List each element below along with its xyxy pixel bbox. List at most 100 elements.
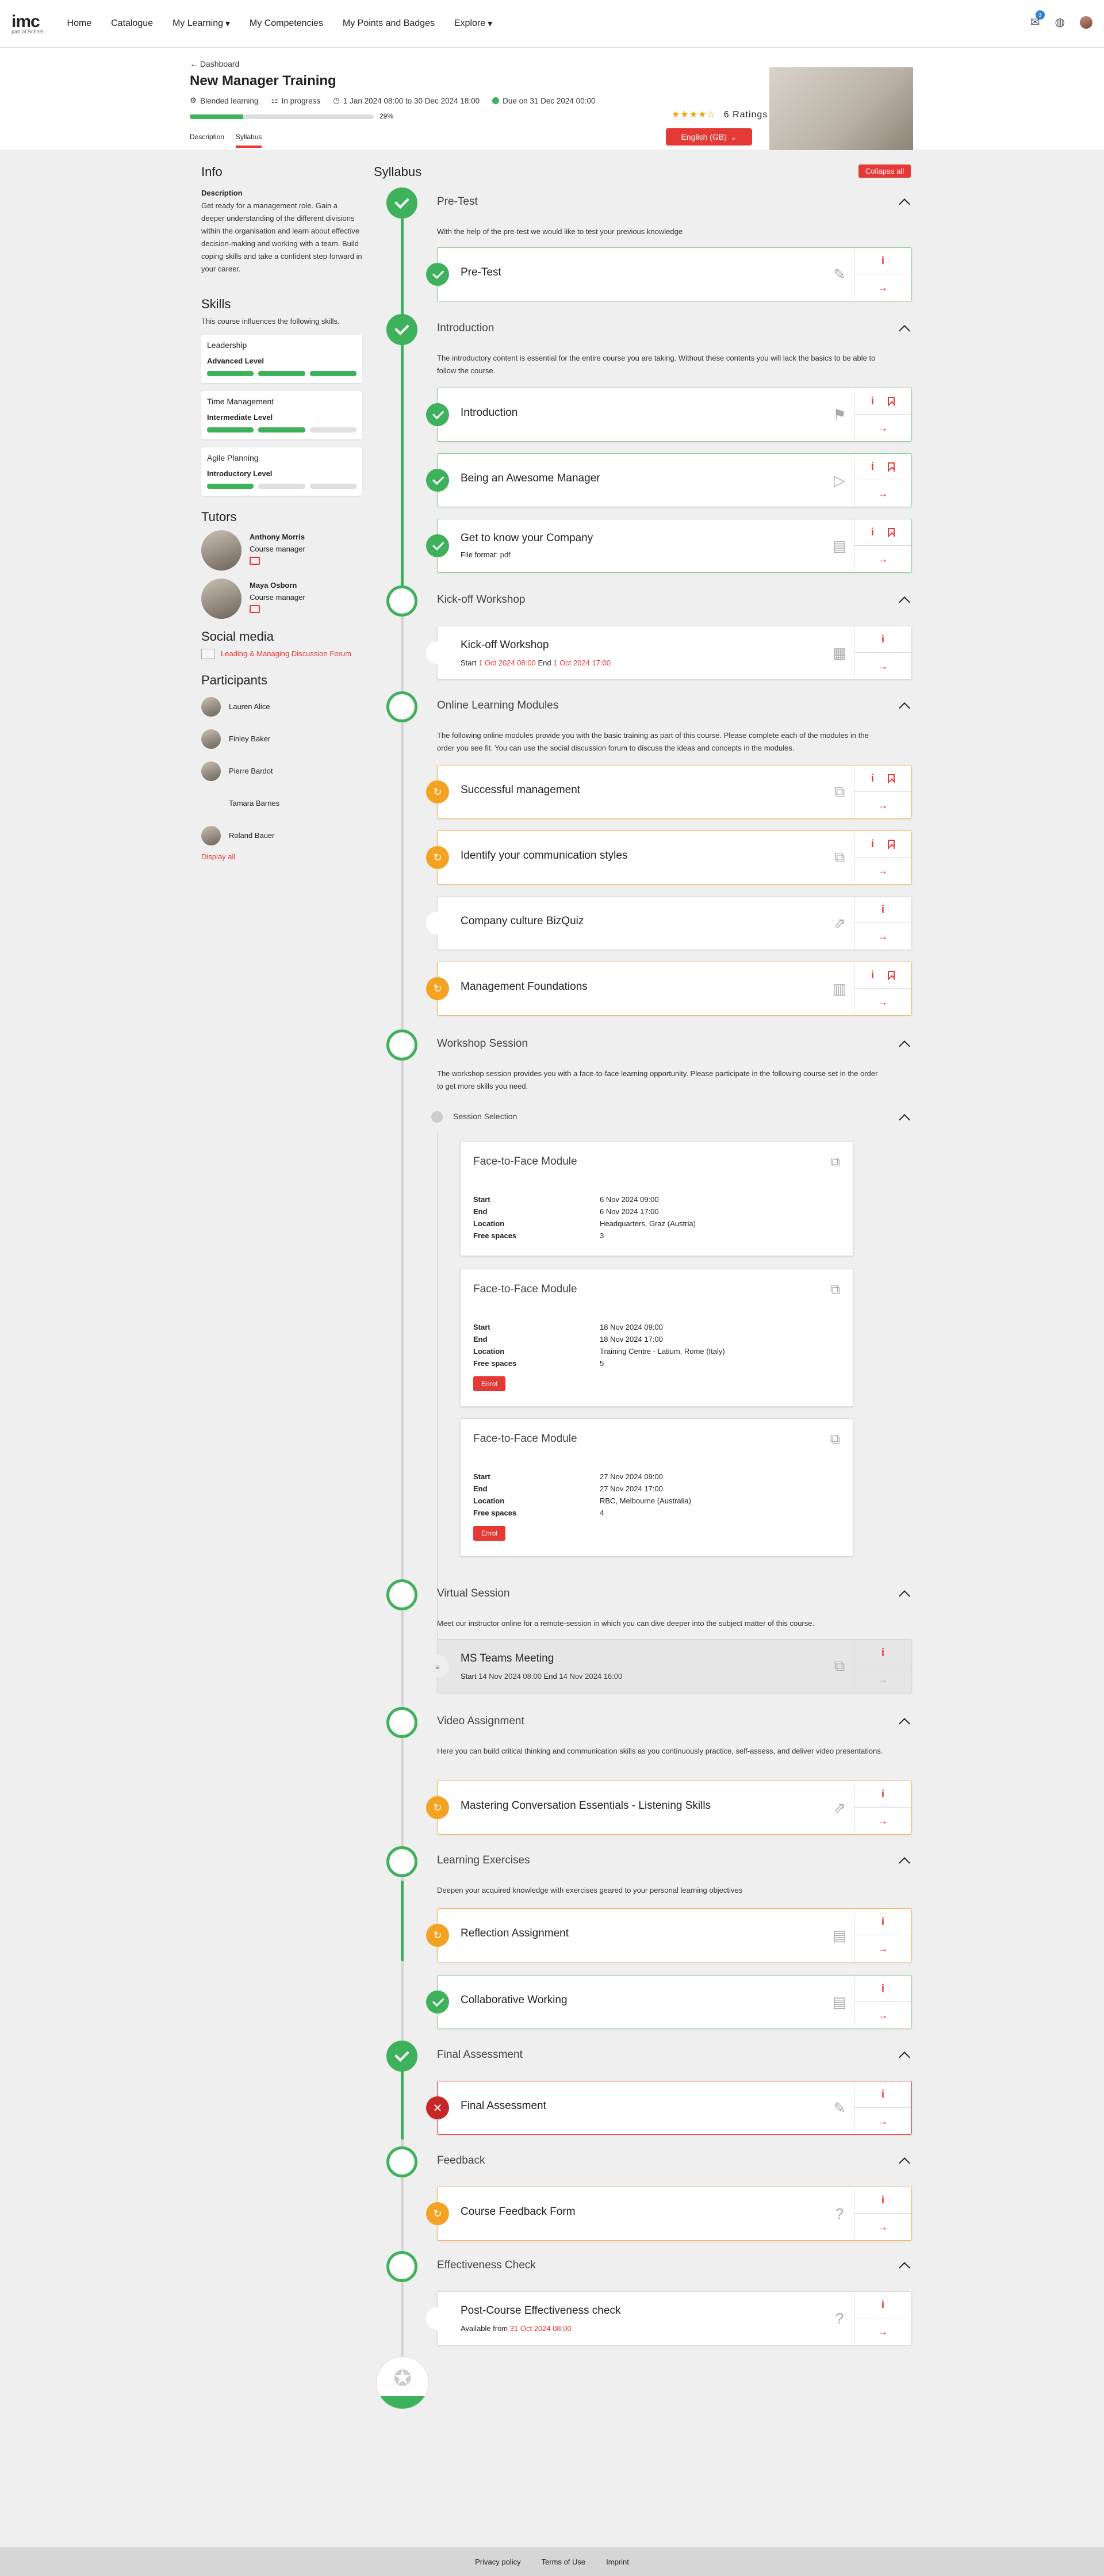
- chevron-up-icon[interactable]: [899, 325, 910, 336]
- learning-item-card[interactable]: ↻ Successful management ⧉ i →: [426, 765, 912, 819]
- language-select-button[interactable]: English (GB) ⌄: [666, 128, 752, 146]
- participant-item[interactable]: Lauren Alice: [201, 696, 362, 717]
- learning-item-card[interactable]: Kick-off Workshop Start 1 Oct 2024 08:00…: [426, 626, 912, 680]
- privacy-policy-link[interactable]: Privacy policy: [475, 2558, 520, 2566]
- participant-item[interactable]: Tamara Barnes: [201, 793, 362, 813]
- nav-home[interactable]: Home: [67, 18, 92, 29]
- section-title[interactable]: Virtual Session: [437, 1587, 509, 1600]
- collapse-all-button[interactable]: Collapse all: [858, 164, 911, 178]
- info-icon[interactable]: i: [881, 1982, 884, 1995]
- arrow-right-icon[interactable]: →: [878, 1943, 888, 1955]
- section-title[interactable]: Video Assignment: [437, 1715, 524, 1728]
- imc-logo[interactable]: imc part of Scheer: [12, 13, 44, 35]
- info-icon[interactable]: i: [881, 1916, 884, 1928]
- arrow-right-icon[interactable]: →: [878, 1674, 888, 1686]
- chevron-up-icon[interactable]: [899, 198, 910, 210]
- chevron-up-icon[interactable]: [899, 1718, 910, 1729]
- section-title[interactable]: Feedback: [437, 2154, 485, 2167]
- globe-icon[interactable]: ◍: [1055, 15, 1065, 29]
- enrol-button[interactable]: Enrol: [473, 1526, 506, 1541]
- session-card[interactable]: Face-to-Face Module ⧉ Start 6 Nov 2024 09…: [460, 1141, 853, 1256]
- section-title[interactable]: Learning Exercises: [437, 1854, 530, 1867]
- bookmark-icon[interactable]: [888, 396, 895, 406]
- arrow-right-icon[interactable]: →: [878, 660, 888, 672]
- chevron-up-icon[interactable]: [899, 1590, 910, 1602]
- info-icon[interactable]: i: [871, 838, 874, 850]
- section-title[interactable]: Pre-Test: [437, 196, 478, 208]
- arrow-right-icon[interactable]: →: [878, 865, 888, 877]
- learning-item-card[interactable]: ✕ Final Assessment ✎ i →: [426, 2081, 912, 2135]
- arrow-right-icon[interactable]: →: [878, 996, 888, 1008]
- nav-catalogue[interactable]: Catalogue: [111, 18, 153, 29]
- terms-of-use-link[interactable]: Terms of Use: [542, 2558, 586, 2566]
- participant-item[interactable]: Roland Bauer: [201, 825, 362, 845]
- learning-item-card[interactable]: ↻ Reflection Assignment ▤ i →: [426, 1908, 912, 1962]
- tab-description[interactable]: Description: [190, 133, 224, 148]
- arrow-right-icon[interactable]: →: [878, 553, 888, 565]
- nav-explore[interactable]: Explore ▾: [454, 18, 492, 29]
- section-title[interactable]: Final Assessment: [437, 2049, 523, 2061]
- display-all-link[interactable]: Display all: [201, 852, 362, 861]
- learning-item-card[interactable]: Post-Course Effectiveness check Availabl…: [426, 2291, 912, 2345]
- enrol-button[interactable]: Enrol: [473, 1376, 506, 1391]
- section-title[interactable]: Online Learning Modules: [437, 699, 558, 712]
- session-card[interactable]: Face-to-Face Module ⧉ Start 27 Nov 2024 0…: [460, 1418, 853, 1556]
- learning-item-card[interactable]: 🔒︎ MS Teams Meeting Start 14 Nov 2024 08…: [426, 1639, 912, 1693]
- bookmark-icon[interactable]: [888, 970, 895, 980]
- tab-syllabus[interactable]: Syllabus: [236, 133, 262, 148]
- learning-item-card[interactable]: ↻ Identify your communication styles ⧉ i…: [426, 830, 912, 885]
- info-icon[interactable]: i: [881, 633, 884, 645]
- participant-item[interactable]: Finley Baker: [201, 729, 362, 749]
- info-icon[interactable]: i: [871, 772, 874, 784]
- breadcrumb[interactable]: ← Dashboard: [190, 59, 239, 68]
- info-icon[interactable]: i: [881, 1647, 884, 1659]
- arrow-right-icon[interactable]: →: [878, 2115, 888, 2127]
- arrow-right-icon[interactable]: →: [878, 282, 888, 294]
- chevron-up-icon[interactable]: [899, 2157, 910, 2169]
- info-icon[interactable]: i: [871, 395, 874, 407]
- mail-icon[interactable]: [250, 556, 260, 565]
- learning-item-card[interactable]: Company culture BizQuiz ⇗ i →: [426, 896, 912, 950]
- chevron-up-icon[interactable]: [899, 1040, 910, 1052]
- info-icon[interactable]: i: [871, 969, 874, 981]
- learning-item-card[interactable]: Pre-Test ✎ i →: [426, 247, 912, 301]
- nav-points-badges[interactable]: My Points and Badges: [343, 18, 435, 29]
- section-title[interactable]: Introduction: [437, 322, 494, 335]
- info-icon[interactable]: i: [881, 904, 884, 916]
- bookmark-icon[interactable]: [888, 462, 895, 472]
- info-icon[interactable]: i: [881, 2299, 884, 2311]
- arrow-right-icon[interactable]: →: [878, 931, 888, 943]
- arrow-right-icon[interactable]: →: [878, 1815, 888, 1827]
- learning-item-card[interactable]: Introduction ⚑ i →: [426, 388, 912, 442]
- chevron-up-icon[interactable]: [899, 702, 910, 714]
- arrow-right-icon[interactable]: →: [878, 488, 888, 500]
- nav-my-competencies[interactable]: My Competencies: [250, 18, 323, 29]
- chevron-up-icon[interactable]: [899, 1857, 910, 1869]
- mail-icon[interactable]: ✉ 3: [1030, 10, 1045, 29]
- arrow-right-icon[interactable]: →: [878, 2326, 888, 2338]
- section-title[interactable]: Kick-off Workshop: [437, 594, 525, 606]
- mail-icon[interactable]: [250, 604, 260, 613]
- participant-item[interactable]: Pierre Bardot: [201, 761, 362, 781]
- arrow-right-icon[interactable]: →: [878, 2221, 888, 2233]
- arrow-right-icon[interactable]: →: [878, 2009, 888, 2022]
- learning-item-card[interactable]: ↻ Management Foundations ▥ i →: [426, 962, 912, 1016]
- arrow-right-icon[interactable]: →: [878, 799, 888, 812]
- section-title[interactable]: Effectiveness Check: [437, 2259, 536, 2272]
- forum-link[interactable]: Leading & Managing Discussion Forum: [201, 648, 362, 659]
- course-rating[interactable]: ★★★★☆ 6 Ratings: [672, 109, 768, 120]
- imprint-link[interactable]: Imprint: [606, 2558, 629, 2566]
- bookmark-icon[interactable]: [888, 839, 895, 849]
- learning-item-card[interactable]: Collaborative Working ▤ i →: [426, 1975, 912, 2029]
- learning-item-card[interactable]: ↻ Course Feedback Form ? i →: [426, 2187, 912, 2241]
- chevron-up-icon[interactable]: [899, 1114, 910, 1126]
- info-icon[interactable]: i: [881, 2088, 884, 2100]
- bookmark-icon[interactable]: [888, 774, 895, 783]
- info-icon[interactable]: i: [871, 526, 874, 538]
- info-icon[interactable]: i: [871, 461, 874, 473]
- nav-my-learning[interactable]: My Learning ▾: [172, 18, 230, 29]
- session-card[interactable]: Face-to-Face Module ⧉ Start 18 Nov 2024 0…: [460, 1269, 853, 1407]
- learning-item-card[interactable]: Being an Awesome Manager ▷ i →: [426, 453, 912, 507]
- user-avatar[interactable]: [1080, 16, 1092, 29]
- bookmark-icon[interactable]: [888, 527, 895, 537]
